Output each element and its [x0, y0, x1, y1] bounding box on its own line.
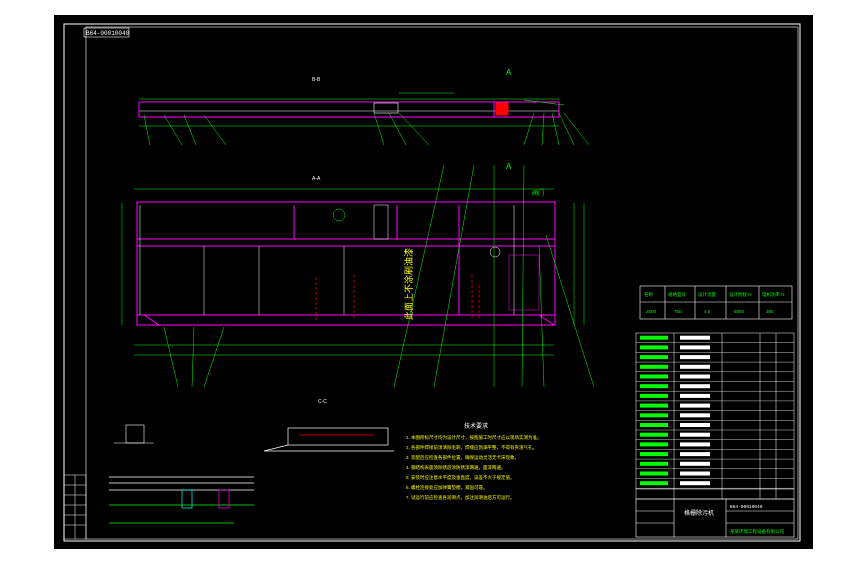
section-mark-a: A [506, 68, 512, 77]
param-value-4: 6000 [734, 309, 745, 314]
parts-row-name-mark [680, 345, 710, 350]
parts-row-code-mark [640, 393, 668, 398]
parts-row-name-mark [680, 432, 710, 437]
cad-viewport[interactable]: B64-00010040 B-B A A A-A 此面上不涂刷油漆 阀门 C-C… [54, 15, 813, 549]
front-view-interior [139, 204, 555, 326]
parts-row-name-mark [680, 423, 710, 427]
front-dimensions [121, 188, 585, 356]
parts-list-rows [636, 335, 794, 489]
parts-row-code-mark [640, 471, 668, 476]
parts-row-name-mark [680, 452, 710, 457]
tech-note-7: 7. 试运行前应检查各润滑点，加注润滑油后方可运行。 [406, 494, 515, 501]
parts-row-code-mark [640, 432, 668, 437]
parts-row-code-mark [640, 345, 668, 350]
param-value-3: 4.0 [704, 309, 711, 314]
cad-drawing: B64-00010040 B-B A A A-A 此面上不涂刷油漆 阀门 C-C… [63, 23, 801, 542]
parts-row-code-mark [640, 364, 668, 369]
top-view [138, 101, 560, 118]
bottom-left-view [109, 476, 254, 524]
parts-row-code-mark [640, 481, 668, 486]
company-name: 某某环境工程设备有限公司 [730, 528, 784, 535]
top-leaders [143, 112, 590, 146]
param-header-5: 电机功率 N [762, 291, 785, 298]
valve-tag: 阀门 [532, 189, 544, 197]
tech-notes-title: 技术要求 [464, 422, 488, 430]
param-header-4: 设计扬程 H [729, 291, 752, 298]
parts-row-name-mark [680, 335, 710, 340]
parts-row-name-mark [680, 471, 710, 476]
rotated-note: 此面上不涂刷油漆 [403, 248, 414, 320]
param-header-3: 设计流量 [698, 291, 716, 298]
tech-note-4: 4. 钢结构表面须除锈后涂防锈漆两遍，面漆两遍。 [406, 464, 506, 471]
parts-row-code-mark [640, 413, 668, 418]
revision-strip [63, 474, 87, 540]
parts-row-name-mark [680, 413, 710, 418]
drawing-code: B64-00010040 [86, 30, 130, 37]
left-section [114, 424, 154, 444]
view-label-top: B-B [312, 77, 321, 83]
tech-note-3: 3. 装配后应检查各部件位置，确保运动灵活无卡滞现象。 [406, 454, 519, 461]
parts-row-name-mark [680, 481, 710, 486]
param-header-1: 名称 [644, 291, 653, 298]
parts-row-name-mark [680, 374, 710, 379]
parts-row-name-mark [680, 384, 710, 389]
front-leaders [163, 164, 595, 388]
parts-row-name-mark [680, 355, 710, 360]
drawing-name: 格栅除污机 [684, 509, 714, 517]
parts-row-code-mark [640, 384, 668, 389]
param-value-2: 750 [674, 309, 682, 314]
parts-row-code-mark [640, 355, 668, 360]
tech-note-1: 1. 本图所标尺寸均为设计尺寸，按图施工时尺寸应以现场实测为准。 [406, 434, 542, 441]
parts-row-name-mark [680, 442, 710, 447]
view-label-front: A-A [312, 176, 321, 182]
param-header-2: 规格型号 [668, 291, 686, 298]
param-value-5: 380 [766, 309, 774, 314]
tech-note-5: 5. 安装时应注意水平度及垂直度，误差不大于规定值。 [406, 474, 515, 481]
parts-row-name-mark [680, 393, 710, 398]
front-view-frame [136, 201, 556, 326]
view-label-detail: C-C [318, 399, 327, 405]
parts-row-code-mark [640, 423, 668, 427]
parts-row-code-mark [640, 442, 668, 447]
parts-row-code-mark [640, 374, 668, 379]
param-value-1: 2500 [646, 309, 657, 314]
parts-row-code-mark [640, 403, 668, 408]
parts-row-name-mark [680, 403, 710, 408]
section-mark-a2: A [506, 162, 512, 171]
front-centre-lines [315, 275, 480, 320]
parts-row-code-mark [640, 335, 668, 340]
parts-row-name-mark [680, 461, 710, 466]
parts-row-code-mark [640, 452, 668, 457]
drawing-number: B64-00010040 [730, 504, 763, 510]
detail-view [263, 427, 394, 452]
parts-row-name-mark [680, 364, 710, 369]
tech-note-6: 6. 螺栓连接处应加弹簧垫圈，紧固可靠。 [406, 484, 488, 491]
tech-notes: 1. 本图所标尺寸均为设计尺寸，按图施工时尺寸应以现场实测为准。 2. 各部件焊… [406, 434, 542, 501]
tech-note-2: 2. 各部件焊接前须清除毛刺，焊缝应饱满平整，不得有夹渣气孔。 [406, 444, 537, 451]
parts-row-code-mark [640, 461, 668, 466]
param-table [639, 285, 793, 320]
